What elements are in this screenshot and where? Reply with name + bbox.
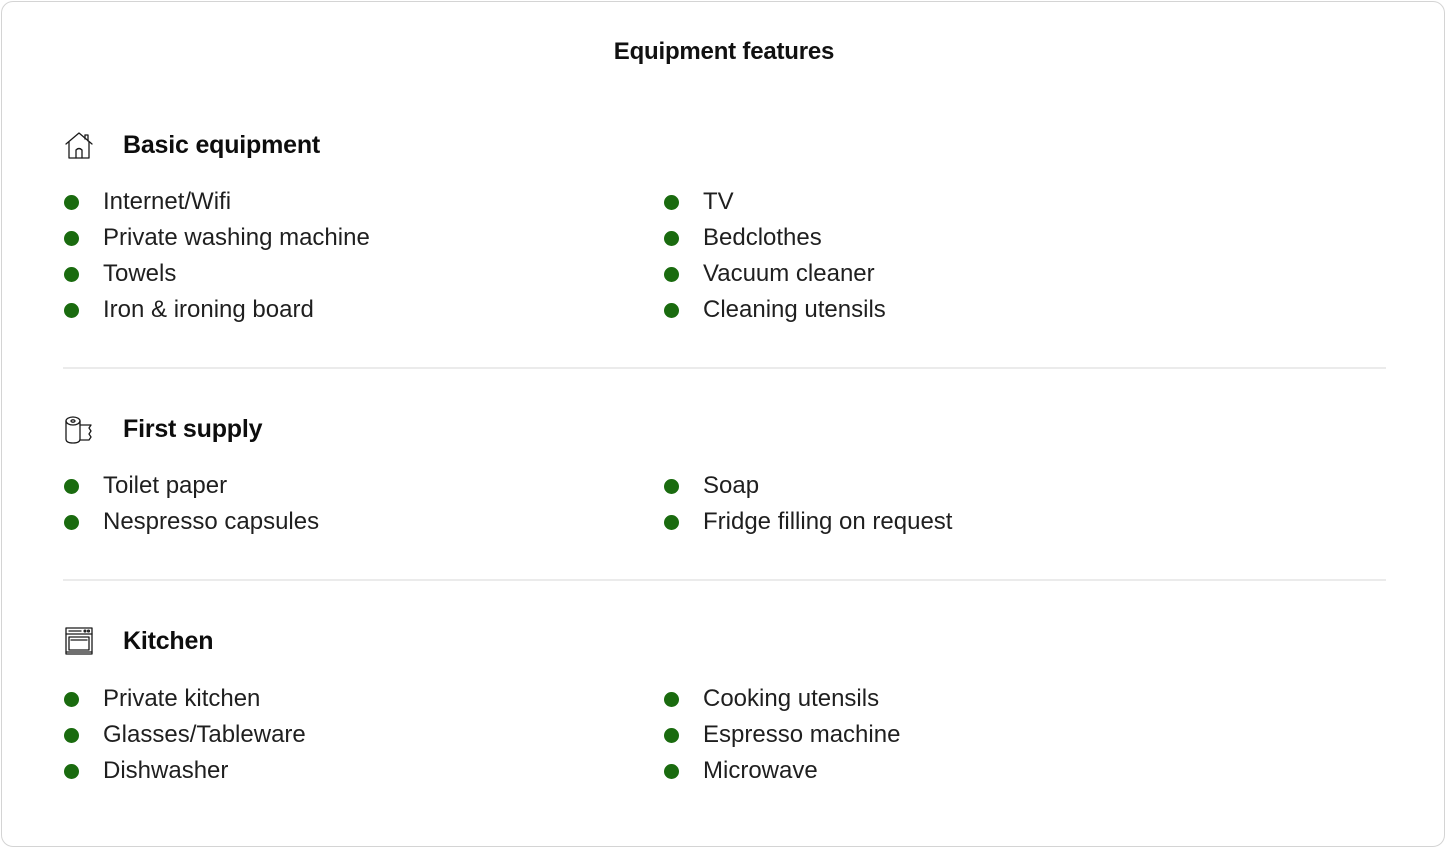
bullet-dot xyxy=(64,303,79,318)
list-item: TV xyxy=(663,184,886,220)
section-header-kitchen: Kitchen xyxy=(63,624,213,658)
list-item: Private kitchen xyxy=(63,681,306,717)
oven-icon xyxy=(63,625,95,657)
bullet-dot xyxy=(664,303,679,318)
toilet-paper-icon xyxy=(63,413,95,445)
house-icon xyxy=(63,129,95,161)
kitchen-list-right: Cooking utensils Espresso machine Microw… xyxy=(663,681,900,789)
section-title: Kitchen xyxy=(123,626,214,655)
section-title: Basic equipment xyxy=(123,130,321,159)
list-item: Cleaning utensils xyxy=(663,292,886,328)
first-supply-list-right: Soap Fridge filling on request xyxy=(663,468,952,541)
first-supply-list-left: Toilet paper Nespresso capsules xyxy=(63,468,319,541)
page-title: Equipment features xyxy=(613,38,835,65)
bullet-dot xyxy=(664,692,679,707)
bullet-dot xyxy=(64,728,79,743)
bullet-dot xyxy=(664,728,679,743)
bullet-dot xyxy=(64,231,79,246)
section-header-first-supply: First supply xyxy=(63,412,262,446)
list-item: Bedclothes xyxy=(663,220,886,256)
list-item: Internet/Wifi xyxy=(63,184,370,220)
list-item: Dishwasher xyxy=(63,753,306,789)
basic-equipment-list-left: Internet/Wifi Private washing machine To… xyxy=(63,184,370,328)
bullet-dot xyxy=(664,515,679,530)
bullet-dot xyxy=(64,195,79,210)
list-item: Nespresso capsules xyxy=(63,504,319,541)
bullet-dot xyxy=(64,515,79,530)
list-item: Espresso machine xyxy=(663,717,900,753)
kitchen-list-left: Private kitchen Glasses/Tableware Dishwa… xyxy=(63,681,306,789)
list-item: Cooking utensils xyxy=(663,681,900,717)
bullet-dot xyxy=(664,267,679,282)
bullet-dot xyxy=(64,692,79,707)
section-divider xyxy=(63,367,1386,369)
basic-equipment-list-right: TV Bedclothes Vacuum cleaner Cleaning ut… xyxy=(663,184,886,328)
list-item: Glasses/Tableware xyxy=(63,717,306,753)
bullet-dot xyxy=(664,479,679,494)
bullet-dot xyxy=(64,764,79,779)
list-item: Towels xyxy=(63,256,370,292)
section-header-basic-equipment: Basic equipment xyxy=(63,128,320,162)
list-item: Vacuum cleaner xyxy=(663,256,886,292)
list-item: Private washing machine xyxy=(63,220,370,256)
bullet-dot xyxy=(664,764,679,779)
list-item: Iron & ironing board xyxy=(63,292,370,328)
bullet-dot xyxy=(64,267,79,282)
section-divider xyxy=(63,579,1386,581)
bullet-dot xyxy=(664,195,679,210)
bullet-dot xyxy=(64,479,79,494)
section-title: First supply xyxy=(123,414,263,443)
list-item: Toilet paper xyxy=(63,468,319,504)
bullet-dot xyxy=(664,231,679,246)
list-item: Soap xyxy=(663,468,952,504)
list-item: Microwave xyxy=(663,753,900,789)
list-item: Fridge filling on request xyxy=(663,504,952,541)
